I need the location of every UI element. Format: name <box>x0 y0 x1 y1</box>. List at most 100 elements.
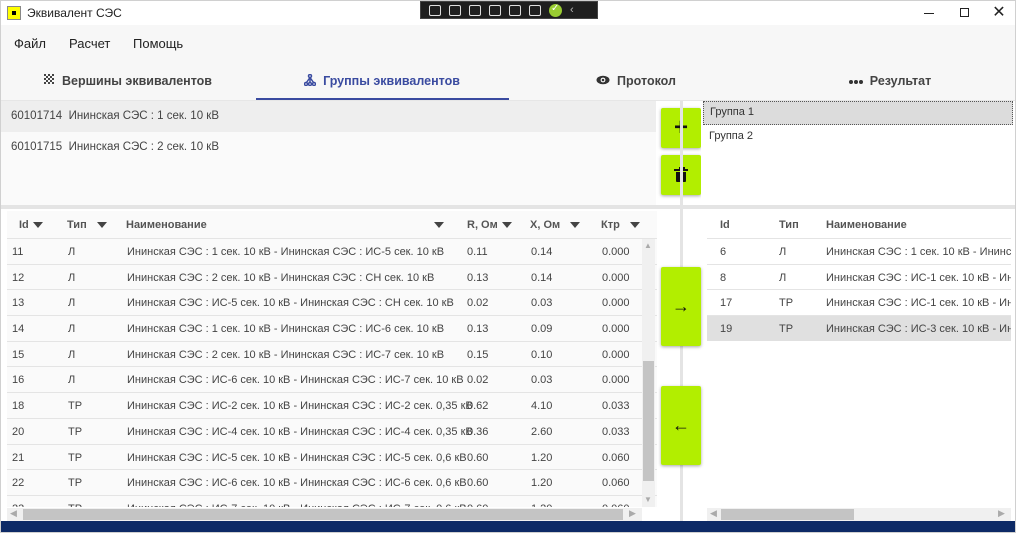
tab-vertices-label: Вершины эквивалентов <box>62 74 212 88</box>
col-label: R, Ом <box>467 219 498 231</box>
filter-icon[interactable] <box>501 222 512 229</box>
table-row[interactable]: 19 ТР Ининская СЭС : ИС-3 сек. 10 кВ - Ини… <box>707 316 1011 341</box>
table-cell: 0.02 <box>467 374 489 387</box>
group-item[interactable]: Группа 1 <box>703 101 1013 125</box>
table-cell: ТР <box>779 323 794 336</box>
tab-groups[interactable]: Группы эквивалентов <box>255 61 509 101</box>
filter-icon[interactable] <box>96 222 107 229</box>
table-row[interactable]: 17 ТР Ининская СЭС : ИС-1 сек. 10 кВ - Ини… <box>707 290 1011 317</box>
table-cell: Ининская СЭС : 1 сек. 10 кВ - Ининская С… <box>826 246 1011 258</box>
table-cell: 0.02 <box>467 297 489 310</box>
group-item[interactable]: Группа 2 <box>703 125 1013 149</box>
scroll-right-icon[interactable]: ▶ <box>629 508 636 519</box>
scroll-up-icon[interactable]: ▲ <box>644 241 652 250</box>
table-cell: 16 <box>12 374 25 387</box>
audio-icon[interactable] <box>529 4 541 16</box>
table-cell: Л <box>779 271 787 284</box>
col-id[interactable]: Id <box>19 219 43 231</box>
table-row[interactable]: 20 ТР Ининская СЭС : ИС-4 сек. 10 кВ - Ини… <box>7 419 657 445</box>
title-bar: Эквивалент СЭС ‹ ✕ <box>1 1 1015 25</box>
tab-protocol[interactable]: Протокол <box>509 61 763 101</box>
horizontal-splitter[interactable] <box>1 205 1015 209</box>
col-id[interactable]: Id <box>720 219 730 231</box>
col-label: Тип <box>67 219 87 231</box>
table-cell: 0.000 <box>602 246 630 258</box>
col-x[interactable]: X, Ом <box>530 219 581 231</box>
table-row[interactable]: 22 ТР Ининская СЭС : ИС-6 сек. 10 кВ - Ини… <box>7 470 657 496</box>
scroll-right-icon[interactable]: ▶ <box>998 508 1005 519</box>
table-row[interactable]: 12 Л Ининская СЭС : 2 сек. 10 кВ - Ининска… <box>7 265 657 291</box>
camera-icon[interactable] <box>449 4 461 16</box>
table-cell: Ининская СЭС : 1 сек. 10 кВ - Ининская С… <box>127 246 445 258</box>
region-icon[interactable] <box>509 4 521 16</box>
menu-help[interactable]: Помощь <box>133 36 183 51</box>
scroll-down-icon[interactable]: ▼ <box>644 495 652 504</box>
col-name-filter[interactable] <box>430 219 444 231</box>
table-row[interactable]: 23 ТР Ининская СЭС : ИС-7 сек. 10 кВ - Ини… <box>7 496 657 507</box>
list-item[interactable]: 60101715 Ининская СЭС : 2 сек. 10 кВ <box>1 132 656 163</box>
table-row[interactable]: 15 Л Ининская СЭС : 2 сек. 10 кВ - Ининска… <box>7 342 657 368</box>
table-cell: Ининская СЭС : 2 сек. 10 кВ - Ининская С… <box>127 348 445 361</box>
maximize-button[interactable] <box>954 4 974 20</box>
tab-result[interactable]: Результат <box>763 61 1015 101</box>
table-row[interactable]: 13 Л Ининская СЭС : ИС-5 сек. 10 кВ - Инин… <box>7 290 657 317</box>
table-row[interactable]: 21 ТР Ининская СЭС : ИС-5 сек. 10 кВ - Ини… <box>7 445 657 471</box>
table-cell: 0.36 <box>467 425 489 438</box>
table-cell: 0.000 <box>602 348 630 361</box>
table-cell: ТР <box>68 400 83 413</box>
table-cell: 0.060 <box>602 477 630 490</box>
table-row[interactable]: 11 Л Ининская СЭС : 1 сек. 10 кВ - Ининска… <box>7 239 657 265</box>
col-type[interactable]: Тип <box>67 219 107 231</box>
filter-icon[interactable] <box>434 222 444 229</box>
col-type[interactable]: Тип <box>779 219 799 231</box>
table-row[interactable]: 6 Л Ининская СЭС : 1 сек. 10 кВ - Ининская… <box>707 239 1011 265</box>
table-cell: 0.09 <box>531 323 553 336</box>
table-row[interactable]: 18 ТР Ининская СЭС : ИС-2 сек. 10 кВ - Ини… <box>7 393 657 419</box>
close-button[interactable]: ✕ <box>989 2 1009 22</box>
scroll-thumb[interactable] <box>23 509 623 520</box>
horizontal-scrollbar-left[interactable]: ◀ ▶ <box>7 508 642 521</box>
col-r[interactable]: R, Ом <box>467 219 512 231</box>
col-ktr[interactable]: Ктр <box>601 219 640 231</box>
filter-icon[interactable] <box>32 222 43 229</box>
vertical-scrollbar[interactable]: ▲ ▼ <box>642 239 655 507</box>
move-right-button[interactable]: → <box>661 267 701 346</box>
table-row[interactable]: 14 Л Ининская СЭС : 1 сек. 10 кВ - Ининска… <box>7 316 657 342</box>
table-row[interactable]: 16 Л Ининская СЭС : ИС-6 сек. 10 кВ - Инин… <box>7 367 657 394</box>
table-cell: 0.11 <box>467 246 488 258</box>
horizontal-scrollbar-right[interactable]: ◀ ▶ <box>707 508 1011 521</box>
maximize-icon <box>959 8 969 17</box>
minimize-button[interactable] <box>919 4 939 20</box>
table-body: 6 Л Ининская СЭС : 1 сек. 10 кВ - Ининская… <box>707 239 1011 341</box>
col-name[interactable]: Наименование <box>826 219 907 231</box>
col-name[interactable]: Наименование <box>126 219 207 231</box>
table-cell: 1.20 <box>531 451 553 464</box>
menu-file[interactable]: Файл <box>14 36 46 51</box>
table-cell: 0.60 <box>467 451 489 464</box>
tab-vertices[interactable]: Вершины эквивалентов <box>1 61 255 101</box>
filter-icon[interactable] <box>629 222 640 229</box>
chevron-left-icon[interactable]: ‹ <box>570 4 574 16</box>
scroll-left-icon[interactable]: ◀ <box>10 508 17 519</box>
scroll-thumb[interactable] <box>721 509 854 520</box>
table-cell: 0.03 <box>531 374 553 387</box>
table-cell: Л <box>68 271 76 284</box>
window-capture-icon[interactable] <box>489 4 501 16</box>
table-cell: 1.20 <box>531 477 553 490</box>
menu-calc[interactable]: Расчет <box>69 36 110 51</box>
scroll-left-icon[interactable]: ◀ <box>710 508 717 519</box>
table-row[interactable]: 8 Л Ининская СЭС : ИС-1 сек. 10 кВ - Ининс… <box>707 265 1011 291</box>
check-icon[interactable] <box>549 3 562 17</box>
table-cell: 20 <box>12 425 25 438</box>
pointer-icon[interactable] <box>469 4 481 16</box>
scroll-thumb[interactable] <box>643 361 654 481</box>
table-cell: 17 <box>720 297 733 310</box>
table-cell: 0.000 <box>602 323 630 336</box>
capture-icon[interactable] <box>429 4 441 16</box>
col-label: Наименование <box>126 219 207 231</box>
table-cell: 19 <box>720 323 733 336</box>
filter-icon[interactable] <box>570 222 581 229</box>
move-left-button[interactable]: ← <box>661 386 701 465</box>
list-item[interactable]: 60101714 Ининская СЭС : 1 сек. 10 кВ <box>1 101 656 132</box>
vertex-name: Ининская СЭС : 1 сек. 10 кВ <box>68 110 219 122</box>
